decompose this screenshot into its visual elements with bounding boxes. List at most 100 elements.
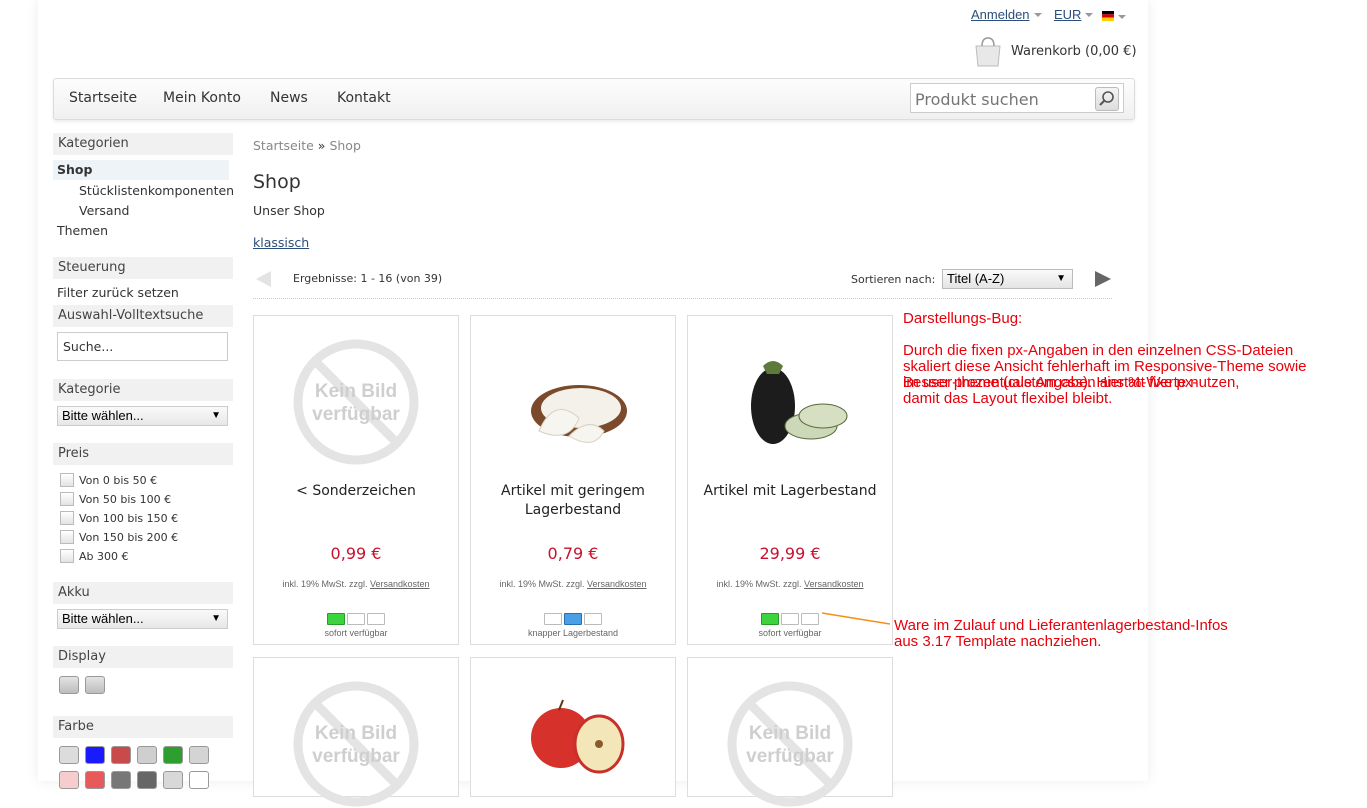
page-subtitle: Unser Shop — [253, 203, 325, 218]
bug-note-line-1: Durch die fixen px-Angaben in den einzel… — [903, 342, 1294, 359]
color-swatch-0[interactable] — [59, 746, 79, 764]
no-image-text-2: verfügbar — [746, 746, 834, 767]
price-label-3: Von 150 bis 200 € — [79, 531, 179, 544]
product-card[interactable]: Artikel mit geringem Lagerbestand 0,79 €… — [470, 315, 676, 645]
nav-item-contact[interactable]: Kontakt — [337, 90, 391, 106]
login-link-wrap[interactable]: Anmelden — [971, 6, 1042, 24]
sidebar-price-heading: Preis — [53, 443, 233, 465]
next-page-arrow-icon[interactable] — [1095, 271, 1111, 292]
no-image-placeholder: Kein Bild verfügbar — [292, 680, 420, 808]
breadcrumb-current: Shop — [329, 138, 361, 153]
prev-page-arrow-icon[interactable] — [256, 271, 272, 292]
color-swatch-4[interactable] — [163, 746, 183, 764]
color-swatch-10[interactable] — [163, 771, 183, 789]
shipping-link[interactable]: Versandkosten — [804, 579, 864, 589]
display-option-2[interactable] — [85, 676, 105, 694]
breadcrumb-home[interactable]: Startseite — [253, 138, 314, 153]
tax-text: inkl. 19% MwSt. zzgl. — [716, 579, 802, 589]
product-price: 0,99 € — [330, 544, 382, 563]
stock-note-line-1: Ware im Zulauf und Lieferantenlagerbesta… — [894, 617, 1228, 634]
dropdown-arrow-icon: ▼ — [1056, 273, 1066, 284]
color-swatch-5[interactable] — [189, 746, 209, 764]
search-icon — [1099, 91, 1114, 106]
product-card[interactable]: Kein Bild verfügbar — [253, 657, 459, 807]
fulltext-search-input[interactable] — [57, 332, 228, 361]
product-tax-info: inkl. 19% MwSt. zzgl. Versandkosten — [688, 579, 892, 589]
price-checkbox-4[interactable] — [60, 549, 74, 563]
bug-note-line-3b: Besser prozentuale Angaben anstatt fixe … — [903, 374, 1198, 391]
color-swatch-1[interactable] — [85, 746, 105, 764]
bug-note-line-2: skaliert diese Ansicht fehlerhaft im Res… — [903, 358, 1307, 375]
product-title[interactable]: < Sonderzeichen — [254, 482, 458, 501]
sidebar-control-heading: Steuerung — [53, 257, 233, 279]
price-label-4: Ab 300 € — [79, 550, 129, 563]
product-title[interactable]: Artikel mit geringem Lagerbestand — [471, 482, 675, 520]
price-checkbox-0[interactable] — [60, 473, 74, 487]
price-checkbox-3[interactable] — [60, 530, 74, 544]
bug-note-title: Darstellungs-Bug: — [903, 310, 1023, 327]
chevron-down-icon — [1085, 12, 1094, 17]
sidebar-color-heading: Farbe — [53, 716, 233, 738]
color-swatch-3[interactable] — [137, 746, 157, 764]
nav-item-news[interactable]: News — [270, 90, 308, 106]
sort-select[interactable]: Titel (A-Z) ▼ — [942, 269, 1073, 289]
reset-filter-link[interactable]: Filter zurück setzen — [57, 285, 179, 300]
color-swatch-9[interactable] — [137, 771, 157, 789]
breadcrumb: Startseite » Shop — [253, 138, 361, 153]
shipping-link[interactable]: Versandkosten — [587, 579, 647, 589]
currency-link[interactable]: EUR — [1054, 7, 1081, 22]
coconut-image — [531, 385, 627, 443]
product-card[interactable]: Artikel mit Lagerbestand 29,99 € inkl. 1… — [687, 315, 893, 645]
eggplant-image — [751, 361, 848, 444]
chevron-down-icon — [1033, 12, 1042, 17]
nav-item-home[interactable]: Startseite — [69, 90, 137, 106]
language-select[interactable] — [1102, 8, 1126, 26]
display-option-1[interactable] — [59, 676, 79, 694]
color-swatch-7[interactable] — [85, 771, 105, 789]
shipping-link[interactable]: Versandkosten — [370, 579, 430, 589]
color-swatch-6[interactable] — [59, 771, 79, 789]
cart-link[interactable]: Warenkorb (0,00 €) — [1011, 44, 1137, 59]
dropdown-arrow-icon: ▼ — [211, 410, 221, 421]
kategorie-select[interactable]: Bitte wählen... ▼ — [57, 406, 228, 426]
results-count: Ergebnisse: 1 - 16 (von 39) — [293, 272, 443, 285]
product-card[interactable]: Kein Bild verfügbar — [687, 657, 893, 807]
sidebar-kategorie-heading: Kategorie — [53, 379, 233, 401]
color-swatch-2[interactable] — [111, 746, 131, 764]
price-checkbox-2[interactable] — [60, 511, 74, 525]
nav-item-account[interactable]: Mein Konto — [163, 90, 241, 106]
akku-select-value: Bitte wählen... — [62, 611, 144, 626]
no-image-text-2: verfügbar — [312, 746, 400, 767]
sort-label: Sortieren nach: — [851, 273, 936, 286]
sidebar-item-themen[interactable]: Themen — [57, 223, 108, 238]
classic-view-link[interactable]: klassisch — [253, 235, 309, 250]
product-card[interactable] — [470, 657, 676, 797]
sidebar-item-shop[interactable]: Shop — [53, 160, 229, 180]
sidebar-item-versand[interactable]: Versand — [79, 203, 129, 218]
color-swatch-11[interactable] — [189, 771, 209, 789]
search-input[interactable] — [911, 84, 1089, 115]
price-label-0: Von 0 bis 50 € — [79, 474, 158, 487]
sort-select-value: Titel (A-Z) — [947, 271, 1005, 286]
sidebar-item-stuecklisten[interactable]: Stücklistenkomponenten — [79, 183, 234, 198]
kategorie-select-value: Bitte wählen... — [62, 408, 144, 423]
price-label-1: Von 50 bis 100 € — [79, 493, 172, 506]
search-box — [910, 83, 1124, 115]
breadcrumb-separator: » — [317, 138, 326, 153]
cart-icon[interactable] — [972, 36, 1004, 73]
no-image-text-1: Kein Bild — [748, 723, 832, 744]
akku-select[interactable]: Bitte wählen... ▼ — [57, 609, 228, 629]
page-title: Shop — [253, 171, 301, 193]
search-button[interactable] — [1095, 87, 1119, 111]
product-card[interactable]: Kein Bild verfügbar < Sonderzeichen 0,99… — [253, 315, 459, 645]
price-checkbox-1[interactable] — [60, 492, 74, 506]
login-link[interactable]: Anmelden — [971, 7, 1030, 22]
color-swatch-8[interactable] — [111, 771, 131, 789]
product-title[interactable]: Artikel mit Lagerbestand — [688, 482, 892, 501]
currency-select[interactable]: EUR — [1054, 6, 1094, 24]
price-label-2: Von 100 bis 150 € — [79, 512, 179, 525]
sidebar-categories-heading: Kategorien — [53, 133, 233, 155]
stock-note-line-2: aus 3.17 Template nachziehen. — [894, 633, 1102, 650]
no-image-text-1: Kein Bild — [314, 381, 398, 402]
german-flag-icon — [1102, 11, 1114, 21]
